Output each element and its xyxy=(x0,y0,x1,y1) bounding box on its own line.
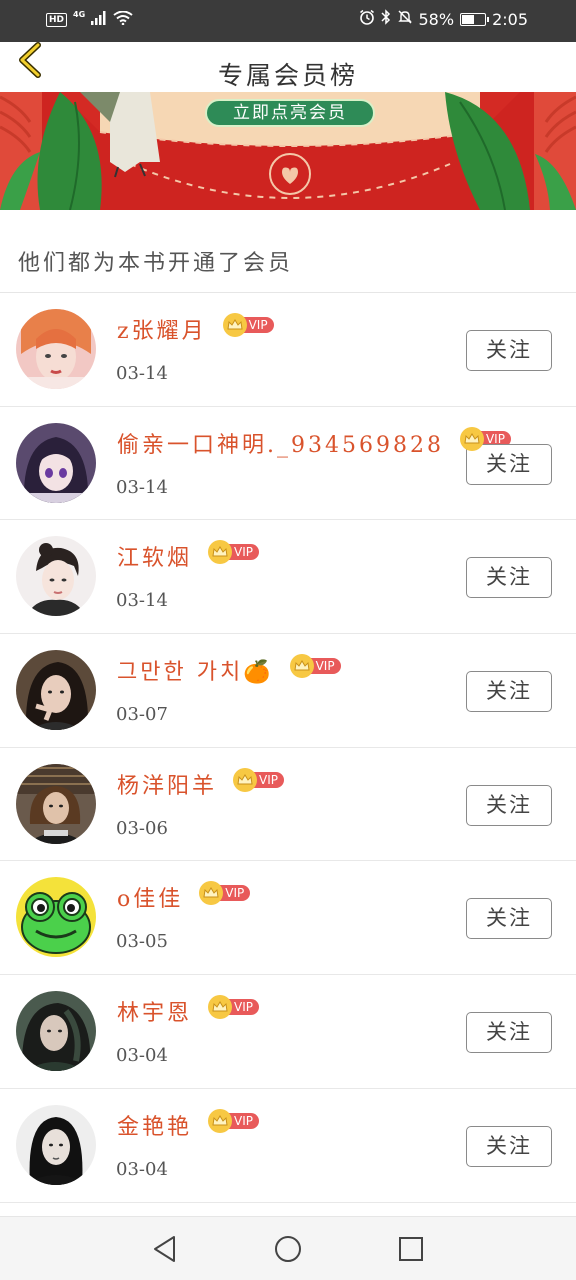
member-name[interactable]: 杨洋阳羊 xyxy=(117,768,217,800)
member-name[interactable]: o佳佳 xyxy=(117,881,183,913)
member-name[interactable]: 林宇恩 xyxy=(117,995,192,1027)
clock-time: 2:05 xyxy=(492,9,528,29)
member-list: z张耀月 VIP 03-14 关注 偷亲一口神明._934569828 VIP … xyxy=(0,293,576,1203)
list-item[interactable]: 그만한 가치🍊 VIP 03-07 关注 xyxy=(0,634,576,748)
triangle-back-icon xyxy=(154,1236,175,1262)
status-bar: HD 4G 58% 2:05 xyxy=(0,0,576,42)
vip-badge: VIP xyxy=(233,767,284,792)
battery-icon xyxy=(460,12,490,26)
crown-icon xyxy=(233,767,258,792)
avatar[interactable] xyxy=(16,309,96,389)
follow-button[interactable]: 关注 xyxy=(466,1125,552,1167)
member-name[interactable]: 江软烟 xyxy=(117,540,192,572)
member-banner[interactable]: 立即点亮会员 xyxy=(0,92,576,210)
avatar[interactable] xyxy=(16,422,96,503)
status-left: HD 4G xyxy=(46,10,133,29)
bluetooth-icon xyxy=(380,9,391,29)
wifi-icon xyxy=(113,10,133,29)
vip-badge: VIP xyxy=(208,540,259,565)
member-name[interactable]: z张耀月 xyxy=(117,313,207,345)
header-bar: 专属会员榜 xyxy=(0,42,576,92)
vip-badge: VIP xyxy=(289,654,341,679)
member-date: 03-14 xyxy=(116,476,168,498)
vip-badge: VIP xyxy=(222,313,274,337)
list-item[interactable]: 杨洋阳羊 VIP 03-06 关注 xyxy=(0,748,576,862)
list-item[interactable]: 林宇恩 VIP 03-04 关注 xyxy=(0,975,576,1089)
member-date: 03-04 xyxy=(116,1158,168,1180)
page-title: 专属会员榜 xyxy=(217,61,358,90)
follow-button[interactable]: 关注 xyxy=(466,784,552,826)
square-recents-icon xyxy=(399,1237,423,1261)
circle-home-icon xyxy=(275,1236,301,1262)
crown-icon xyxy=(199,881,224,906)
system-nav-bar xyxy=(0,1216,576,1280)
member-name[interactable]: 偷亲一口神明._934569828 xyxy=(117,427,444,459)
crown-icon xyxy=(459,426,484,451)
avatar[interactable] xyxy=(16,536,96,617)
section-heading: 他们都为本书开通了会员 xyxy=(18,251,294,276)
vip-badge: VIP xyxy=(208,1108,259,1133)
follow-button[interactable]: 关注 xyxy=(466,443,552,485)
list-item[interactable]: 金艳艳 VIP 03-04 关注 xyxy=(0,1089,576,1203)
name-line: 林宇恩 VIP xyxy=(117,995,259,1027)
list-item[interactable]: o佳佳 VIP 03-05 关注 xyxy=(0,861,576,976)
follow-button[interactable]: 关注 xyxy=(466,898,552,940)
member-date: 03-14 xyxy=(116,363,168,384)
crown-icon xyxy=(208,995,233,1020)
member-date: 03-04 xyxy=(116,1045,168,1067)
nav-back-button[interactable] xyxy=(150,1234,180,1264)
avatar[interactable] xyxy=(16,991,96,1072)
member-name[interactable]: 金艳艳 xyxy=(117,1109,192,1141)
follow-button[interactable]: 关注 xyxy=(466,1012,552,1054)
network-type: 4G xyxy=(73,10,86,19)
alarm-icon xyxy=(359,9,375,29)
status-right: 58% 2:05 xyxy=(359,9,528,29)
crown-icon xyxy=(222,313,247,337)
list-item[interactable]: 江软烟 VIP 03-14 关注 xyxy=(0,520,576,635)
activate-membership-button[interactable]: 立即点亮会员 xyxy=(205,99,375,127)
follow-button[interactable]: 关注 xyxy=(466,557,552,599)
hd-badge: HD xyxy=(46,12,68,27)
vip-badge: VIP xyxy=(208,995,259,1020)
battery-percent: 58% xyxy=(418,9,455,29)
list-item[interactable]: 偷亲一口神明._934569828 VIP 03-14 关注 xyxy=(0,407,576,521)
name-line: 金艳艳 VIP xyxy=(117,1108,259,1141)
member-date: 03-05 xyxy=(116,931,168,953)
signal-icon xyxy=(91,10,107,29)
name-line: 杨洋阳羊 VIP xyxy=(117,767,284,800)
crown-icon xyxy=(208,1108,233,1133)
battery-level xyxy=(462,14,475,24)
list-item[interactable]: z张耀月 VIP 03-14 关注 xyxy=(0,293,576,407)
mute-bell-icon xyxy=(397,9,413,29)
member-date: 03-07 xyxy=(116,704,168,726)
vip-badge: VIP xyxy=(199,881,251,906)
member-name[interactable]: 그만한 가치🍊 xyxy=(117,654,274,686)
name-line: 그만한 가치🍊 VIP xyxy=(117,654,341,686)
nav-recents-button[interactable] xyxy=(396,1234,426,1264)
crown-icon xyxy=(289,654,314,679)
member-date: 03-06 xyxy=(116,817,168,839)
name-line: 偷亲一口神明._934569828 VIP xyxy=(117,426,511,459)
name-line: o佳佳 VIP xyxy=(117,881,251,913)
avatar[interactable] xyxy=(16,1104,96,1185)
avatar[interactable] xyxy=(16,650,96,731)
member-date: 03-14 xyxy=(116,590,168,612)
follow-button[interactable]: 关注 xyxy=(466,671,552,713)
crown-icon xyxy=(208,540,233,565)
avatar[interactable] xyxy=(16,763,96,844)
name-line: 江软烟 VIP xyxy=(117,540,259,572)
follow-button[interactable]: 关注 xyxy=(466,330,552,371)
name-line: z张耀月 VIP xyxy=(117,313,274,345)
avatar[interactable] xyxy=(16,877,96,958)
nav-home-button[interactable] xyxy=(273,1234,303,1264)
